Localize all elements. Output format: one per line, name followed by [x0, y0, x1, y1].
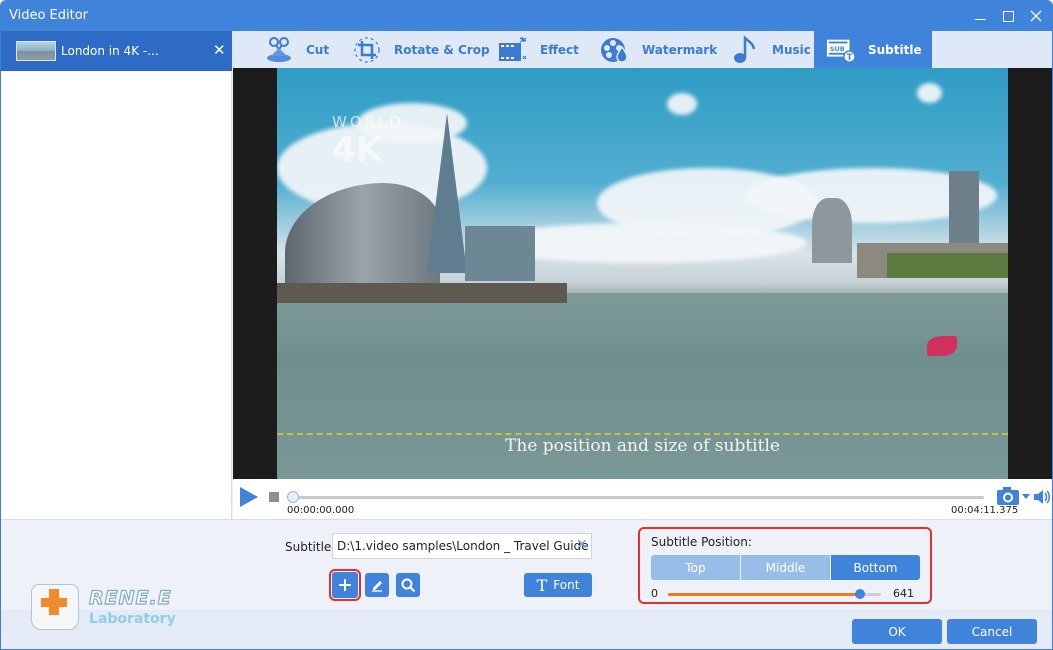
plus-icon [339, 579, 351, 591]
volume-icon[interactable] [1033, 488, 1051, 506]
window-title: Video Editor [9, 8, 89, 23]
search-subtitle-button[interactable] [396, 573, 420, 597]
subtitle-file-input[interactable]: D:\1.video samples\London _ Travel Guide… [332, 533, 592, 559]
file-list-item[interactable]: London in 4K -... ✕ [1, 31, 232, 71]
seek-bar[interactable] [287, 491, 984, 503]
watermark-reel-icon [600, 35, 630, 65]
tab-music[interactable]: Music [730, 31, 811, 68]
tab-label: Watermark [642, 42, 718, 57]
font-button[interactable]: T Font [524, 573, 592, 597]
music-note-icon [730, 34, 760, 65]
edit-subtitle-button[interactable] [365, 573, 389, 597]
snapshot-camera-icon[interactable] [996, 486, 1020, 506]
video-watermark-text: WORLD [332, 113, 404, 131]
position-slider-min: 0 [651, 587, 658, 600]
pencil-icon [372, 581, 382, 592]
rotate-crop-icon [352, 35, 382, 65]
snapshot-dropdown-icon[interactable] [1022, 494, 1030, 499]
play-button[interactable] [240, 487, 258, 507]
tab-label: Rotate & Crop [394, 42, 490, 57]
seek-handle[interactable] [287, 491, 299, 503]
position-bottom-button[interactable]: Bottom [831, 555, 920, 580]
tab-rotate-crop[interactable]: Rotate & Crop [352, 31, 490, 68]
minimize-icon [974, 18, 986, 20]
clear-subtitle-icon[interactable]: ✕ [576, 537, 588, 553]
video-thumbnail [16, 41, 56, 61]
film-effect-icon [498, 35, 528, 65]
player-controls: 00:00:00.000 00:04:11.375 [233, 479, 1052, 519]
file-list-panel: London in 4K -... ✕ [1, 31, 232, 519]
shard-building [427, 113, 467, 273]
tab-label: Music [772, 42, 811, 57]
file-name: London in 4K -... [61, 44, 159, 58]
current-time: 00:00:00.000 [287, 505, 355, 516]
stop-button[interactable] [269, 492, 279, 502]
total-time: 00:04:11.375 [951, 505, 1019, 516]
position-slider-fill [668, 593, 860, 596]
video-frame: WORLD 4K The position and size of subtit… [277, 68, 1008, 479]
svg-text:SUB: SUB [830, 44, 845, 52]
close-window-button[interactable] [1021, 1, 1051, 31]
tab-label: Cut [306, 42, 330, 57]
font-icon: T [536, 575, 548, 595]
subtitle-position-group: Subtitle Position: Top Middle Bottom 0 6… [638, 527, 932, 604]
subtitle-guide-line [277, 433, 1008, 435]
rene-logo-icon [31, 584, 79, 630]
search-icon [401, 578, 415, 592]
brand-subtitle: Laboratory [89, 611, 176, 627]
editor-tabs: Cut Rotate & Crop Effect Watermark Music [232, 31, 1052, 68]
subtitle-icon: SUB T [826, 35, 856, 65]
position-slider[interactable] [668, 589, 881, 599]
tab-subtitle[interactable]: SUB T Subtitle [814, 31, 932, 68]
remove-file-icon[interactable]: ✕ [213, 42, 226, 58]
video-preview: WORLD 4K The position and size of subtit… [233, 68, 1052, 479]
subtitle-file-label: Subtitle: [285, 540, 336, 554]
minimize-button[interactable] [965, 1, 995, 31]
title-bar: Video Editor [1, 1, 1052, 31]
ok-button[interactable]: OK [852, 619, 942, 644]
maximize-button[interactable] [993, 1, 1023, 31]
position-middle-button[interactable]: Middle [741, 555, 830, 580]
position-top-button[interactable]: Top [651, 555, 740, 580]
tab-label: Effect [540, 42, 579, 57]
add-subtitle-button[interactable] [329, 569, 361, 601]
svg-text:T: T [847, 51, 853, 61]
tab-label: Subtitle [868, 42, 922, 57]
position-slider-max: 641 [893, 587, 914, 600]
position-slider-handle[interactable] [854, 589, 865, 599]
font-button-label: Font [553, 578, 580, 592]
cancel-button[interactable]: Cancel [947, 619, 1037, 644]
maximize-icon [1002, 10, 1014, 22]
tab-cut[interactable]: Cut [264, 31, 329, 68]
video-editor-window: Video Editor London in 4K -... ✕ Cut Rot… [0, 0, 1053, 650]
subtitle-position-title: Subtitle Position: [651, 535, 752, 549]
scissors-icon [264, 35, 294, 65]
tab-watermark[interactable]: Watermark [600, 31, 717, 68]
subtitle-preview-text[interactable]: The position and size of subtitle [277, 436, 1008, 456]
tab-effect[interactable]: Effect [498, 31, 579, 68]
brand-name: RENE.E [88, 586, 172, 609]
subtitle-settings-panel: Subtitle: D:\1.video samples\London _ Tr… [1, 519, 1052, 649]
close-icon [1030, 10, 1042, 22]
video-watermark-logo: 4K [332, 130, 383, 170]
